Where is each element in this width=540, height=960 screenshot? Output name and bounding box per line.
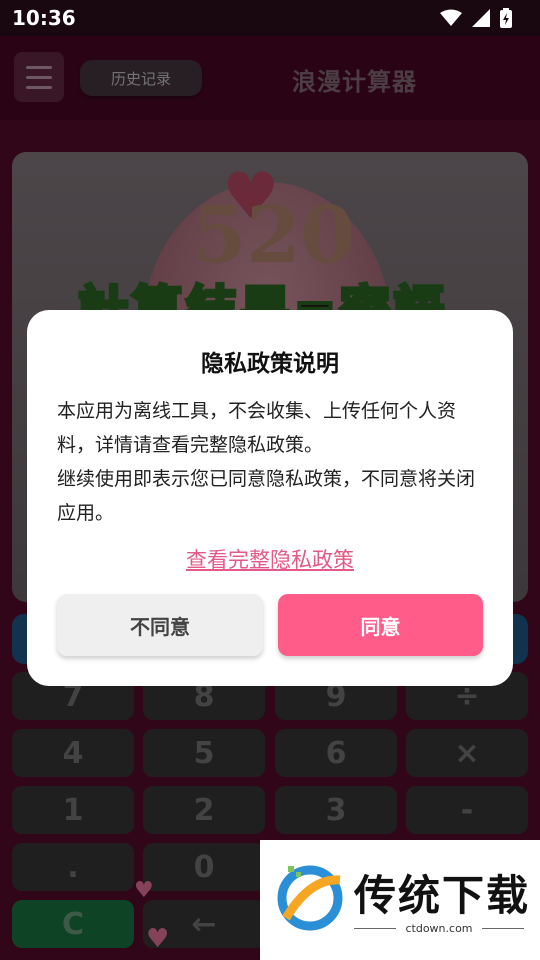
status-bar: 10:36 xyxy=(0,0,540,36)
dialog-body-line2: 继续使用即表示您已同意隐私政策，不同意将关闭应用。 xyxy=(57,468,476,524)
dialog-body: 本应用为离线工具，不会收集、上传任何个人资料，详情请查看完整隐私政策。 继续使用… xyxy=(57,394,487,530)
status-icons xyxy=(440,8,512,28)
dialog-title: 隐私政策说明 xyxy=(201,351,339,377)
watermark-brand: 传统下载 xyxy=(354,871,531,920)
disagree-button[interactable]: 不同意 xyxy=(57,594,263,656)
dialog-body-line1: 本应用为离线工具，不会收集、上传任何个人资料，详情请查看完整隐私政策。 xyxy=(57,400,457,456)
privacy-dialog: 隐私政策说明 本应用为离线工具，不会收集、上传任何个人资料，详情请查看完整隐私政… xyxy=(27,310,513,686)
battery-icon xyxy=(500,8,512,28)
full-policy-link[interactable]: 查看完整隐私政策 xyxy=(27,544,513,574)
wifi-icon xyxy=(440,9,462,26)
status-time: 10:36 xyxy=(12,6,76,30)
signal-icon xyxy=(472,9,490,27)
watermark-logo-icon xyxy=(277,865,343,931)
watermark-divider xyxy=(482,928,524,929)
agree-button[interactable]: 同意 xyxy=(278,594,483,656)
watermark: 传统下载 ctdown.com xyxy=(260,840,540,960)
